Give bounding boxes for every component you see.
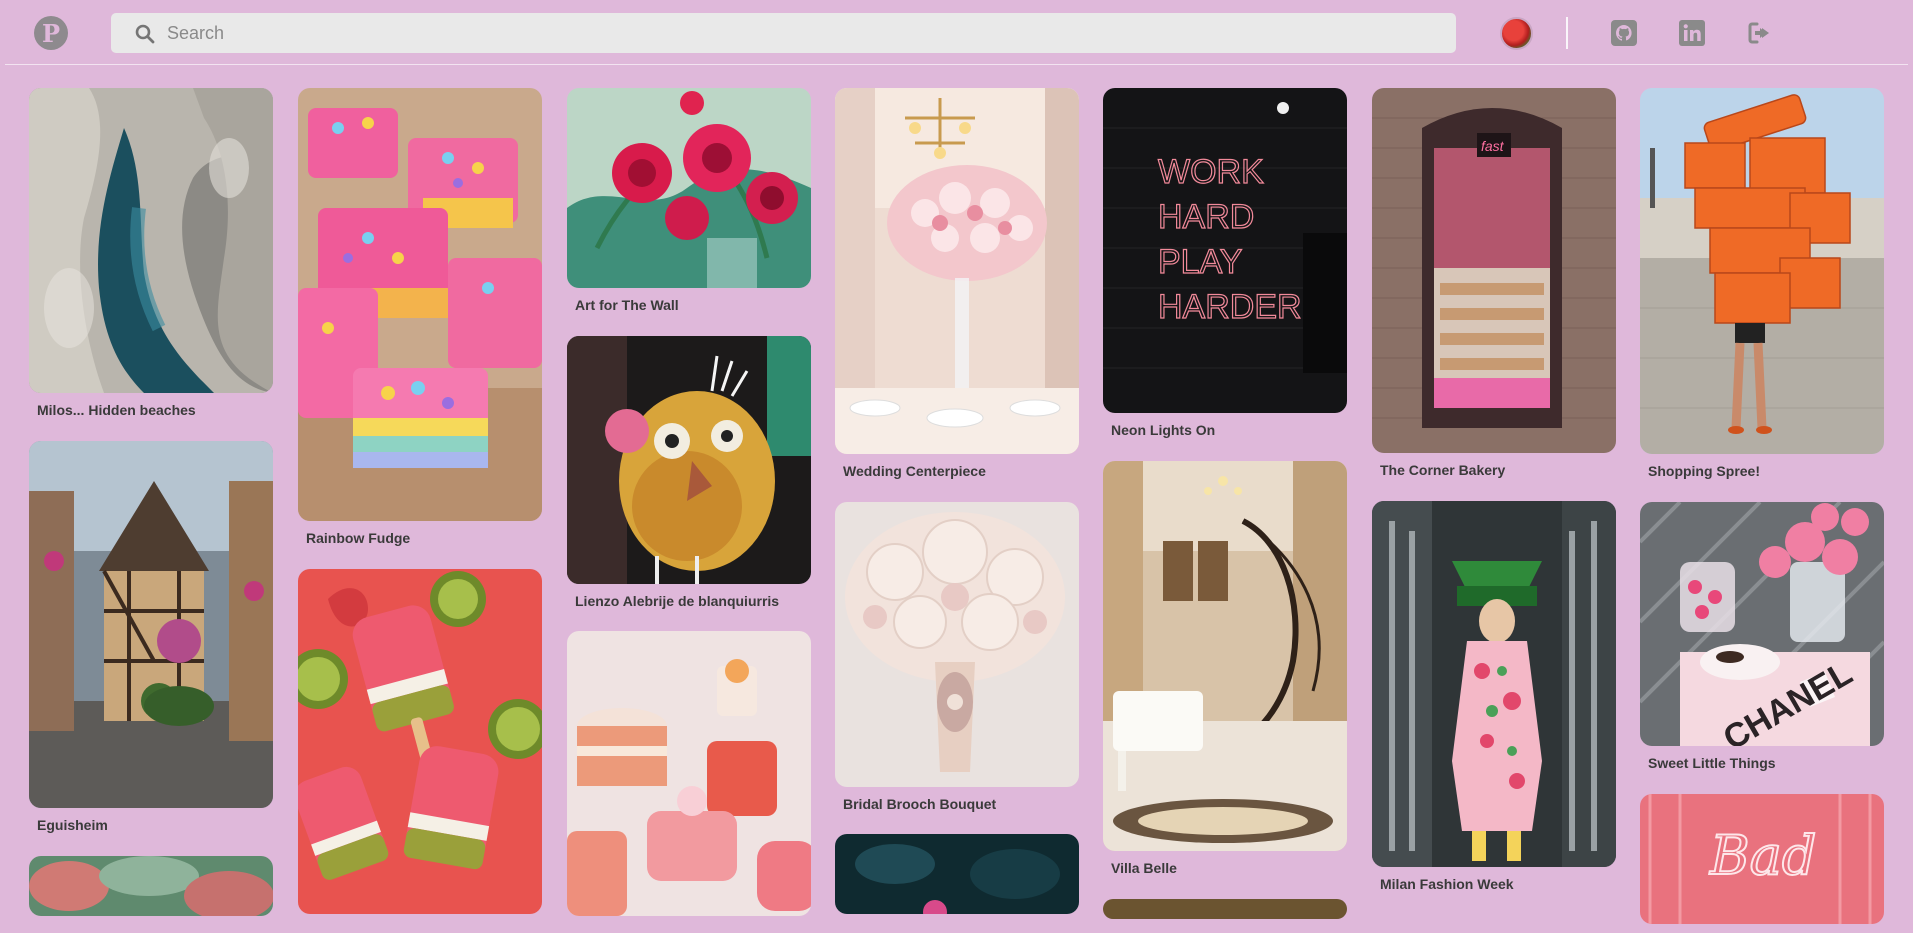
pin-card[interactable]: Bad <box>1640 794 1884 933</box>
search-icon <box>135 24 155 44</box>
logout-icon[interactable] <box>1746 19 1774 47</box>
pin-card[interactable]: CHANEL Sweet Little Things <box>1640 502 1884 771</box>
pin-image-milos-beach <box>29 88 273 393</box>
neon-text: WORK <box>1158 153 1264 191</box>
pin-image-lienzo-alebrije <box>567 336 811 584</box>
pin-image-rainbow-fudge <box>298 88 542 521</box>
pin-image-eguisheim <box>29 441 273 808</box>
pin-image-wedding-centerpiece <box>835 88 1079 454</box>
pin-card[interactable]: Art for The Wall <box>567 88 811 313</box>
pin-label: Milos... Hidden beaches <box>37 402 196 418</box>
pin-card[interactable] <box>1103 899 1347 928</box>
pin-card[interactable] <box>29 856 273 925</box>
pin-card[interactable] <box>298 569 542 923</box>
pin-card[interactable]: fast The Corner Bakery <box>1372 88 1616 478</box>
pin-image-shopping-spree <box>1640 88 1884 454</box>
pin-card[interactable] <box>567 631 811 925</box>
neon-text: PLAY <box>1158 243 1242 281</box>
pin-card[interactable]: Milan Fashion Week <box>1372 501 1616 892</box>
pin-image-watermelon-popsicles <box>298 569 542 914</box>
pin-label: Villa Belle <box>1111 860 1177 876</box>
pinterest-icon[interactable]: P <box>34 16 68 50</box>
pin-image-neon-lights: WORK HARD PLAY HARDER <box>1103 88 1347 413</box>
search-bar <box>111 13 1456 53</box>
pin-card[interactable]: Shopping Spree! <box>1640 88 1884 479</box>
pin-image-pastries <box>567 631 811 916</box>
pin-image-corner-bakery: fast <box>1372 88 1616 453</box>
bad-neon-text: Bad <box>1709 824 1816 887</box>
nav-divider <box>1566 17 1568 49</box>
pin-image-sweet-little-things: CHANEL <box>1640 502 1884 746</box>
pin-card[interactable]: Rainbow Fudge <box>298 88 542 546</box>
pin-card[interactable]: Villa Belle <box>1103 461 1347 876</box>
header-divider-line <box>5 64 1908 65</box>
pin-label: Shopping Spree! <box>1648 463 1760 479</box>
pin-card[interactable] <box>835 834 1079 923</box>
pin-card[interactable]: WORK HARD PLAY HARDER Neon Lights On <box>1103 88 1347 438</box>
github-icon[interactable] <box>1610 19 1638 47</box>
pin-label: Wedding Centerpiece <box>843 463 986 479</box>
pin-image-dark-leaves <box>835 834 1079 914</box>
avatar[interactable] <box>1500 17 1533 50</box>
top-navigation-bar: P <box>0 0 1913 66</box>
pin-label: Sweet Little Things <box>1648 755 1776 771</box>
pin-image-villa-belle <box>1103 461 1347 851</box>
pin-image-art-for-the-wall <box>567 88 811 288</box>
pin-image-bridal-brooch-bouquet <box>835 502 1079 787</box>
pin-image-tropical-leaves <box>29 856 273 916</box>
linkedin-icon[interactable] <box>1678 19 1706 47</box>
pin-label: The Corner Bakery <box>1380 462 1506 478</box>
pin-card[interactable]: Bridal Brooch Bouquet <box>835 502 1079 812</box>
pin-label: Art for The Wall <box>575 297 679 313</box>
pin-card[interactable]: Milos... Hidden beaches <box>29 88 273 418</box>
pin-label: Neon Lights On <box>1111 422 1216 438</box>
pin-card[interactable]: Lienzo Alebrije de blanquiurris <box>567 336 811 609</box>
neon-text: HARDER <box>1158 288 1302 326</box>
pin-image-partial <box>1103 899 1347 919</box>
pin-label: Lienzo Alebrije de blanquiurris <box>575 593 780 609</box>
bakery-sign-text: fast <box>1481 138 1505 154</box>
pin-label: Eguisheim <box>37 817 108 833</box>
pin-label: Bridal Brooch Bouquet <box>843 796 997 812</box>
pin-image-milan-fashion-week <box>1372 501 1616 867</box>
search-input[interactable] <box>167 13 1437 53</box>
pin-image-bad-neon: Bad <box>1640 794 1884 924</box>
pin-card[interactable]: Wedding Centerpiece <box>835 88 1079 479</box>
pin-card[interactable]: Eguisheim <box>29 441 273 833</box>
neon-text: HARD <box>1158 198 1254 236</box>
pin-label: Rainbow Fudge <box>306 530 411 546</box>
pin-label: Milan Fashion Week <box>1380 876 1514 892</box>
